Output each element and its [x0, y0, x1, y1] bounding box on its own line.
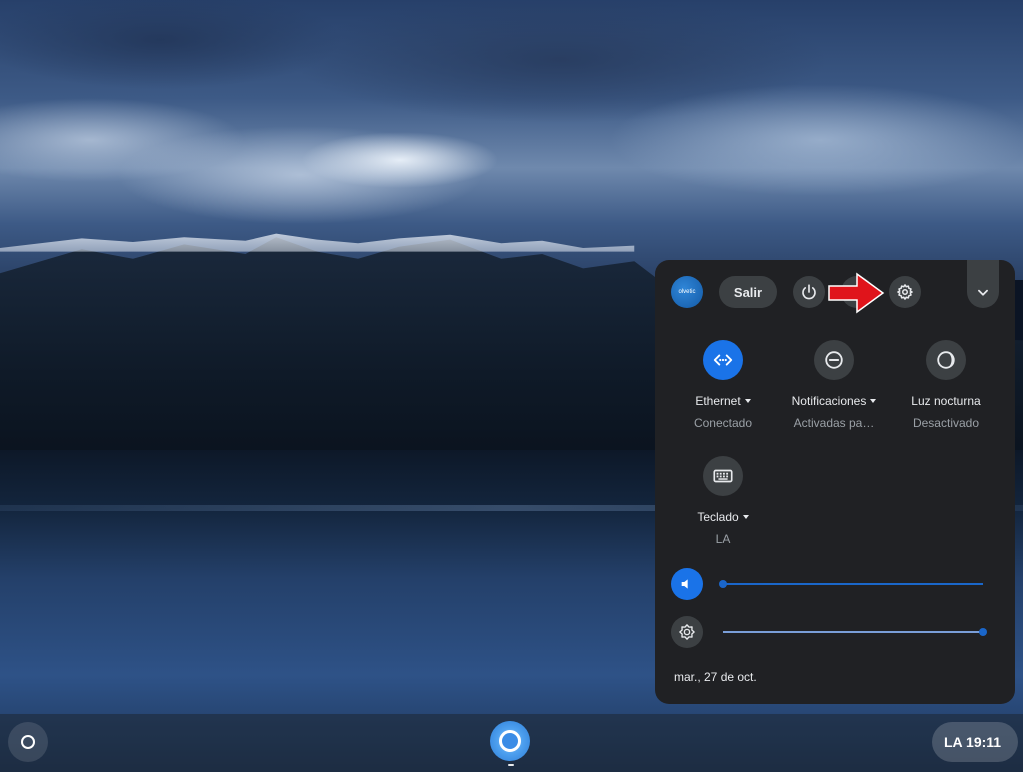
- night-light-toggle[interactable]: [926, 340, 966, 380]
- volume-thumb[interactable]: [719, 580, 727, 588]
- sign-out-button[interactable]: Salir: [719, 276, 777, 308]
- night-light-tile: Luz nocturna Desactivado: [891, 340, 1001, 430]
- keyboard-icon: [713, 469, 733, 483]
- keyboard-toggle[interactable]: [703, 456, 743, 496]
- brightness-fill: [723, 631, 983, 633]
- status-text: LA 19:11: [944, 734, 1002, 750]
- night-light-icon: [937, 351, 955, 369]
- notifications-label-button[interactable]: Notificaciones: [779, 394, 889, 408]
- sign-out-label: Salir: [733, 284, 763, 300]
- brightness-icon: [679, 624, 695, 640]
- keyboard-label: Teclado: [697, 510, 739, 524]
- chevron-down-icon: [978, 289, 988, 296]
- status-area-button[interactable]: LA 19:11: [932, 722, 1018, 762]
- ethernet-status: Conectado: [693, 416, 753, 430]
- brightness-button[interactable]: [671, 616, 703, 648]
- brightness-thumb[interactable]: [979, 628, 987, 636]
- keyboard-status: LA: [715, 532, 731, 546]
- volume-icon: [681, 579, 688, 589]
- collapse-button[interactable]: [967, 260, 999, 308]
- launcher-button[interactable]: [8, 722, 48, 762]
- ethernet-toggle[interactable]: [703, 340, 743, 380]
- volume-slider-row: [671, 568, 1001, 600]
- avatar-text: olvetic: [678, 289, 696, 295]
- sky-clouds: [0, 0, 1023, 280]
- notifications-label: Notificaciones: [791, 394, 867, 408]
- caret-down-icon: [744, 399, 751, 403]
- keyboard-label-button[interactable]: Teclado: [668, 510, 778, 524]
- brightness-slider-row: [671, 616, 1001, 648]
- keyboard-tile: Teclado LA: [668, 456, 778, 546]
- night-light-label: Luz nocturna: [911, 394, 981, 408]
- ethernet-icon: [713, 354, 733, 366]
- chrome-icon: [499, 730, 521, 752]
- shelf: LA 19:11: [0, 714, 1023, 772]
- settings-button[interactable]: [889, 276, 921, 308]
- ethernet-tile: Ethernet Conectado: [668, 340, 778, 430]
- do-not-disturb-icon: [825, 351, 843, 369]
- quick-settings-panel: olvetic Salir Ethernet Conectado Notific…: [655, 260, 1015, 704]
- night-light-label-button[interactable]: Luz nocturna: [891, 394, 1001, 408]
- ethernet-label: Ethernet: [695, 394, 741, 408]
- ethernet-label-button[interactable]: Ethernet: [668, 394, 778, 408]
- power-button[interactable]: [793, 276, 825, 308]
- notifications-tile: Notificaciones Activadas pa…: [779, 340, 889, 430]
- launcher-icon: [21, 735, 35, 749]
- date-label: mar., 27 de oct.: [674, 670, 757, 684]
- notifications-toggle[interactable]: [814, 340, 854, 380]
- settings-gear-icon: [897, 284, 913, 300]
- caret-down-icon: [742, 515, 749, 519]
- running-indicator: [508, 764, 514, 766]
- caret-down-icon: [870, 399, 877, 403]
- user-avatar[interactable]: olvetic: [671, 276, 703, 308]
- power-icon: [802, 284, 816, 300]
- chrome-app-button[interactable]: [490, 721, 530, 761]
- volume-mute-button[interactable]: [671, 568, 703, 600]
- annotation-arrow: [828, 272, 885, 314]
- volume-slider[interactable]: [719, 580, 983, 588]
- night-light-status: Desactivado: [912, 416, 980, 430]
- notifications-status: Activadas pa…: [793, 416, 875, 430]
- brightness-slider[interactable]: [723, 628, 987, 636]
